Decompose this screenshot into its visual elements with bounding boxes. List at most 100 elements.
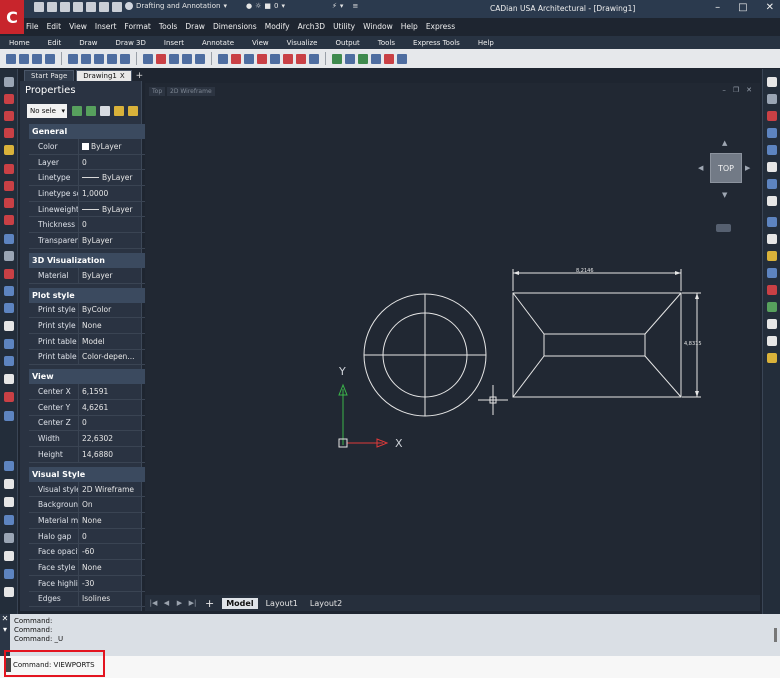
tool-palettes-icon[interactable] — [371, 53, 381, 64]
menu-view[interactable]: View — [69, 22, 87, 31]
maximize-icon[interactable]: □ — [738, 2, 747, 13]
property-row[interactable]: Print table typeColor-depen... — [29, 349, 159, 366]
rotate-icon[interactable] — [767, 179, 777, 189]
undo-icon[interactable] — [99, 2, 109, 12]
inner-rectangle[interactable] — [543, 333, 646, 357]
orbit-tool-icon[interactable] — [4, 497, 14, 507]
menu-window[interactable]: Window — [363, 22, 393, 31]
zoom-tool-icon[interactable] — [4, 461, 14, 471]
tab-drawing1[interactable]: Drawing1 X — [76, 70, 132, 81]
property-row[interactable]: Thickness 0 — [29, 217, 159, 234]
property-row[interactable]: Width 22,6302 — [29, 431, 159, 447]
table-tool-icon[interactable] — [4, 411, 14, 421]
menu-utility[interactable]: Utility — [333, 22, 355, 31]
id-point-tool-icon[interactable] — [4, 587, 14, 597]
tab-model[interactable]: Model — [222, 597, 258, 609]
property-row[interactable]: Print style ByColor — [29, 302, 159, 319]
join-icon[interactable] — [767, 302, 777, 312]
add-layout-button[interactable]: + — [205, 597, 214, 610]
pan-tool-icon[interactable] — [4, 479, 14, 489]
tab-layout2[interactable]: Layout2 — [306, 598, 346, 609]
section-header[interactable]: View▲ — [29, 369, 159, 385]
section-header[interactable]: Plot style▲ — [29, 287, 159, 303]
match-properties-icon[interactable]: ⚡ — [332, 2, 337, 10]
close-command-line-icon[interactable]: ✕ — [0, 614, 10, 623]
save-as-icon[interactable] — [73, 2, 83, 12]
redo-icon[interactable] — [112, 2, 122, 12]
outer-rectangle[interactable] — [512, 292, 682, 398]
customize-qat-icon[interactable]: ≡ — [352, 2, 358, 10]
bevel-line[interactable] — [512, 292, 545, 335]
polyline-icon[interactable] — [231, 53, 241, 64]
property-row[interactable]: Height 14,6880 — [29, 447, 159, 463]
menu-format[interactable]: Format — [124, 22, 150, 31]
bevel-line[interactable] — [644, 292, 682, 335]
zoom-window-icon[interactable] — [143, 53, 153, 64]
arc-tool-icon[interactable] — [4, 164, 14, 174]
minimize-icon[interactable]: – — [715, 2, 720, 13]
first-layout-icon[interactable]: |◀ — [149, 599, 158, 607]
next-layout-icon[interactable]: ▶ — [175, 599, 184, 607]
array-icon[interactable] — [767, 145, 777, 155]
open-icon[interactable] — [47, 2, 57, 12]
circle-tool-icon[interactable] — [4, 181, 14, 191]
menu-file[interactable]: File — [26, 22, 39, 31]
menu-insert[interactable]: Insert — [95, 22, 117, 31]
freehand-tool-icon[interactable] — [4, 145, 14, 155]
menu-edit[interactable]: Edit — [47, 22, 62, 31]
close-icon[interactable]: ✕ — [766, 2, 774, 13]
property-row[interactable]: Center Y 4,6261 — [29, 399, 159, 416]
customize-icon[interactable] — [128, 106, 138, 116]
arc-icon[interactable] — [257, 53, 267, 64]
donut-tool-icon[interactable] — [4, 215, 14, 225]
design-center-icon[interactable] — [358, 53, 368, 64]
property-row[interactable]: Linetype scale1,0000 — [29, 186, 159, 202]
property-row[interactable]: Print style ta...None — [29, 318, 159, 334]
tab-annotate[interactable]: Annotate — [193, 39, 243, 47]
dimension-text-vertical[interactable]: 4,8315 — [684, 341, 702, 347]
tab-visualize[interactable]: Visualize — [278, 39, 327, 47]
zoom-all-icon[interactable] — [182, 53, 192, 64]
snap-icon[interactable] — [6, 53, 16, 64]
bevel-line[interactable] — [644, 355, 682, 398]
selection-dropdown[interactable]: No sele ▾ — [27, 104, 67, 118]
command-options-icon[interactable]: ▾ — [0, 625, 10, 634]
insert-icon[interactable] — [4, 392, 14, 402]
hatch-icon[interactable] — [283, 53, 293, 64]
property-row[interactable]: Face highlight-30 — [29, 575, 159, 592]
text-icon[interactable] — [296, 53, 306, 64]
property-row[interactable]: Center X 6,1591 — [29, 384, 159, 400]
select-objects-icon[interactable] — [86, 106, 96, 116]
area-tool-icon[interactable] — [4, 533, 14, 543]
rectangle-icon[interactable] — [270, 53, 280, 64]
zoom-extents-icon[interactable] — [169, 53, 179, 64]
section-header[interactable]: Visual Style▲ — [29, 466, 159, 482]
measure-tool-icon[interactable] — [4, 515, 14, 525]
close-tab-icon[interactable]: X — [120, 72, 125, 80]
wipeout-icon[interactable] — [4, 356, 14, 366]
rectangle-tool-icon[interactable] — [4, 269, 14, 279]
menu-modify[interactable]: Modify — [265, 22, 290, 31]
ellipse-tool-icon[interactable] — [4, 198, 14, 208]
layer-selector-value[interactable]: 0 — [274, 2, 278, 10]
property-row[interactable]: Visual style 2D Wireframe — [29, 481, 159, 498]
drawing-canvas[interactable]: Top 2D Wireframe – ❐ ✕ ▲ ▼ ◀ ▶ TOP 8,214… — [145, 83, 760, 595]
property-row[interactable]: Face style None — [29, 560, 159, 576]
ortho-icon[interactable] — [32, 53, 42, 64]
bevel-line[interactable] — [512, 355, 545, 398]
tab-help[interactable]: Help — [469, 39, 503, 47]
property-row[interactable]: Edges Isolines — [29, 591, 159, 608]
property-row[interactable]: Material modeNone — [29, 513, 159, 529]
property-row[interactable]: Face opacity-60 — [29, 544, 159, 561]
menu-arch3d[interactable]: Arch3D — [298, 22, 325, 31]
property-row[interactable]: Linetype ByLayer — [29, 170, 159, 187]
command-history-scrollbar[interactable] — [774, 628, 777, 642]
app-logo[interactable]: C — [0, 0, 24, 34]
tab-layout1[interactable]: Layout1 — [262, 598, 302, 609]
boundary-tool-icon[interactable] — [4, 321, 14, 331]
menu-express[interactable]: Express — [426, 22, 455, 31]
pan-icon[interactable] — [195, 53, 205, 64]
menu-tools[interactable]: Tools — [159, 22, 177, 31]
tab-view[interactable]: View — [243, 39, 278, 47]
list-tool-icon[interactable] — [4, 569, 14, 579]
